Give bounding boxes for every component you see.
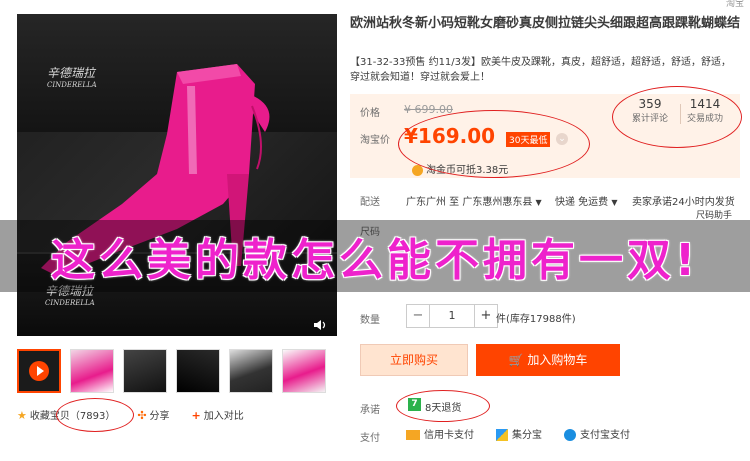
overlay-caption: 这么美的款怎么能不拥有一双! xyxy=(50,235,700,286)
share-link[interactable]: ✣ 分享 xyxy=(137,407,169,422)
share-icon: ✣ xyxy=(137,409,147,422)
quantity-plus-button[interactable]: + xyxy=(474,304,498,328)
quantity-input[interactable]: 1 xyxy=(430,304,474,328)
shipping-label: 配送 xyxy=(360,197,380,208)
promise-label: 承诺 xyxy=(360,405,380,416)
cart-icon: 🛒 xyxy=(508,353,524,367)
credit-card-icon xyxy=(406,430,420,440)
payment-option-jifenbao[interactable]: 集分宝 xyxy=(496,426,542,441)
compare-link[interactable]: + 加入对比 xyxy=(192,407,244,422)
payment-option-credit[interactable]: 信用卡支付 xyxy=(406,426,474,441)
annotation-oval-price xyxy=(398,110,590,178)
corner-link[interactable]: 淘宝 xyxy=(726,0,744,9)
quantity-label: 数量 xyxy=(360,315,380,326)
payment-option-alipay[interactable]: 支付宝支付 xyxy=(564,426,630,441)
plus-icon: + xyxy=(191,409,201,422)
thumbnail-image[interactable] xyxy=(282,349,326,393)
quantity-stepper: − 1 + xyxy=(406,304,498,328)
stock-text: 件(库存17988件) xyxy=(496,314,576,325)
add-to-cart-button[interactable]: 🛒 加入购物车 xyxy=(476,344,620,376)
thumbnail-image[interactable] xyxy=(229,349,273,393)
thumbnail-video[interactable] xyxy=(17,349,61,393)
price-label: 价格 xyxy=(360,108,380,119)
shipping-express[interactable]: 快递 免运费 ▼ xyxy=(555,193,618,208)
taobao-price-label: 淘宝价 xyxy=(360,135,390,146)
buy-now-button[interactable]: 立即购买 xyxy=(360,344,468,376)
quantity-minus-button[interactable]: − xyxy=(406,304,430,328)
thumbnail-strip xyxy=(17,349,326,393)
shipping-promise: 卖家承诺24小时内发货 xyxy=(632,197,735,208)
thumbnail-image[interactable] xyxy=(176,349,220,393)
thumbnail-image[interactable] xyxy=(70,349,114,393)
shipping-route[interactable]: 广东广州 至 广东惠州惠东县 ▼ xyxy=(406,193,542,208)
annotation-oval-promise xyxy=(396,390,490,422)
alipay-icon xyxy=(564,429,576,441)
payment-options: 信用卡支付 集分宝 支付宝支付 xyxy=(406,426,630,441)
product-subtitle: 【31-32-33预售 约11/3发】欧美牛皮及踝靴，真皮，超舒适，超舒适，舒适… xyxy=(350,57,732,83)
payment-label: 支付 xyxy=(360,433,380,444)
sound-icon[interactable] xyxy=(313,318,327,332)
play-icon xyxy=(29,361,49,381)
caret-down-icon: ▼ xyxy=(535,198,542,207)
annotation-oval-stats xyxy=(612,86,742,148)
jifenbao-icon xyxy=(496,429,508,441)
thumbnail-image[interactable] xyxy=(123,349,167,393)
caret-down-icon: ▼ xyxy=(611,198,618,207)
annotation-oval-favorites xyxy=(56,398,134,432)
product-title: 欧洲站秋冬新小码短靴女磨砂真皮侧拉链尖头细跟超高跟踝靴蝴蝶结 xyxy=(350,16,741,31)
star-icon: ★ xyxy=(17,409,27,422)
